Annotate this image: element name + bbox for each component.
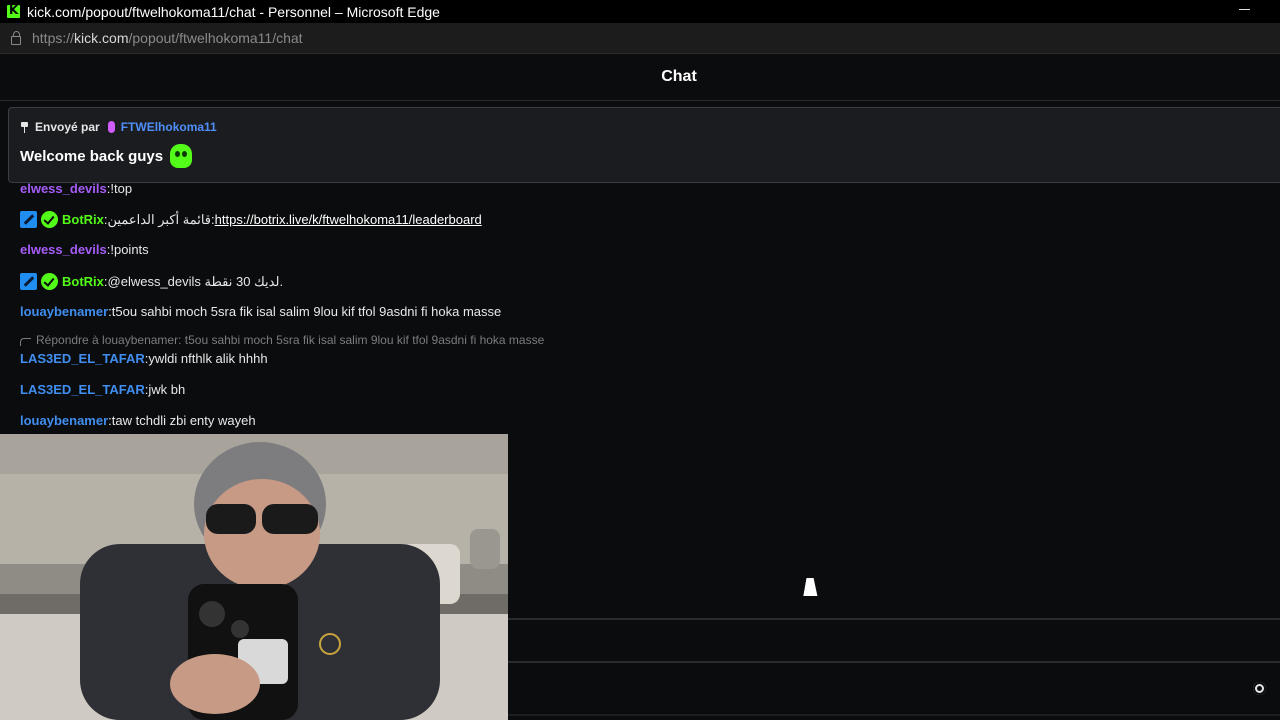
settings-gear-icon[interactable] [1253, 682, 1266, 695]
message-text: !points [110, 242, 149, 257]
chat-username[interactable]: BotRix [62, 274, 104, 289]
chat-header: Chat [0, 53, 1280, 101]
message-text: t5ou sahbi moch 5sra fik isal salim 9lou… [111, 304, 502, 319]
chat-message: louaybenamer: taw tchdli zbi enty wayeh [20, 413, 256, 428]
address-bar[interactable]: https://kick.com/popout/ftwelhokoma11/ch… [0, 23, 1280, 53]
reply-arrow-icon [20, 338, 31, 346]
chat-username[interactable]: elwess_devils [20, 242, 107, 257]
verified-badge-icon [41, 211, 58, 228]
sent-by-label: Envoyé par [35, 120, 100, 134]
url-host: kick.com [74, 30, 129, 46]
chat-message: louaybenamer: t5ou sahbi moch 5sra fik i… [20, 304, 502, 319]
chat-message: LAS3ED_EL_TAFAR: jwk bh [20, 382, 186, 397]
moderator-badge-icon [20, 211, 37, 228]
bottom-divider [508, 714, 1280, 716]
mouse-cursor-icon [803, 578, 821, 596]
url-path: /popout/ftwelhokoma11/chat [128, 30, 303, 46]
chat-username[interactable]: BotRix [62, 212, 104, 227]
moderator-badge-icon [20, 273, 37, 290]
chat-username[interactable]: LAS3ED_EL_TAFAR [20, 382, 145, 397]
lock-icon[interactable] [11, 30, 21, 45]
window-title: kick.com/popout/ftwelhokoma11/chat - Per… [27, 3, 440, 20]
webcam-image [0, 434, 508, 720]
message-text: !top [110, 181, 133, 196]
kick-logo-icon [7, 3, 20, 18]
chat-message: elwess_devils: !points [20, 242, 149, 257]
reply-text: Répondre à louaybenamer: t5ou sahbi moch… [36, 333, 545, 347]
chat-input[interactable] [508, 620, 1280, 663]
message-text: taw tchdli zbi enty wayeh [111, 413, 256, 428]
chat-message: LAS3ED_EL_TAFAR: ywldi nfthlk alik hhhh [20, 351, 268, 366]
chat-username[interactable]: louaybenamer [20, 413, 108, 428]
pinned-header: Envoyé par FTWElhokoma11 [20, 120, 1269, 134]
url-scheme: https:// [32, 30, 75, 46]
verified-badge-icon [41, 273, 58, 290]
broadcaster-badge-icon [107, 121, 115, 133]
pin-icon [20, 121, 29, 133]
message-text: ywldi nfthlk alik hhhh [148, 351, 268, 366]
pinned-text-row: Welcome back guys [20, 144, 1269, 168]
pinned-message[interactable]: Envoyé par FTWElhokoma11 Welcome back gu… [8, 107, 1280, 183]
minimize-button[interactable] [1239, 9, 1250, 10]
chat-title: Chat [661, 68, 697, 85]
chat-message: BotRix: قائمة أكبر الداعمين: https://bot… [20, 211, 482, 228]
chat-username[interactable]: LAS3ED_EL_TAFAR [20, 351, 145, 366]
message-text: قائمة أكبر الداعمين: [107, 211, 215, 227]
leaderboard-link[interactable]: https://botrix.live/k/ftwelhokoma11/lead… [215, 212, 482, 227]
chat-message: elwess_devils: !top [20, 181, 133, 196]
webcam-overlay [0, 434, 508, 720]
message-text: @elwess_devils لديك 30 نقطة. [107, 273, 284, 289]
emote-icon [170, 144, 193, 168]
chat-username[interactable]: louaybenamer [20, 304, 108, 319]
reply-reference[interactable]: Répondre à louaybenamer: t5ou sahbi moch… [20, 333, 544, 347]
chat-message: BotRix: @elwess_devils لديك 30 نقطة. [20, 273, 283, 290]
browser-titlebar: kick.com/popout/ftwelhokoma11/chat - Per… [0, 0, 1280, 23]
pinned-username[interactable]: FTWElhokoma11 [121, 120, 217, 134]
chat-username[interactable]: elwess_devils [20, 181, 107, 196]
pinned-text: Welcome back guys [20, 147, 164, 165]
message-text: jwk bh [148, 382, 186, 397]
